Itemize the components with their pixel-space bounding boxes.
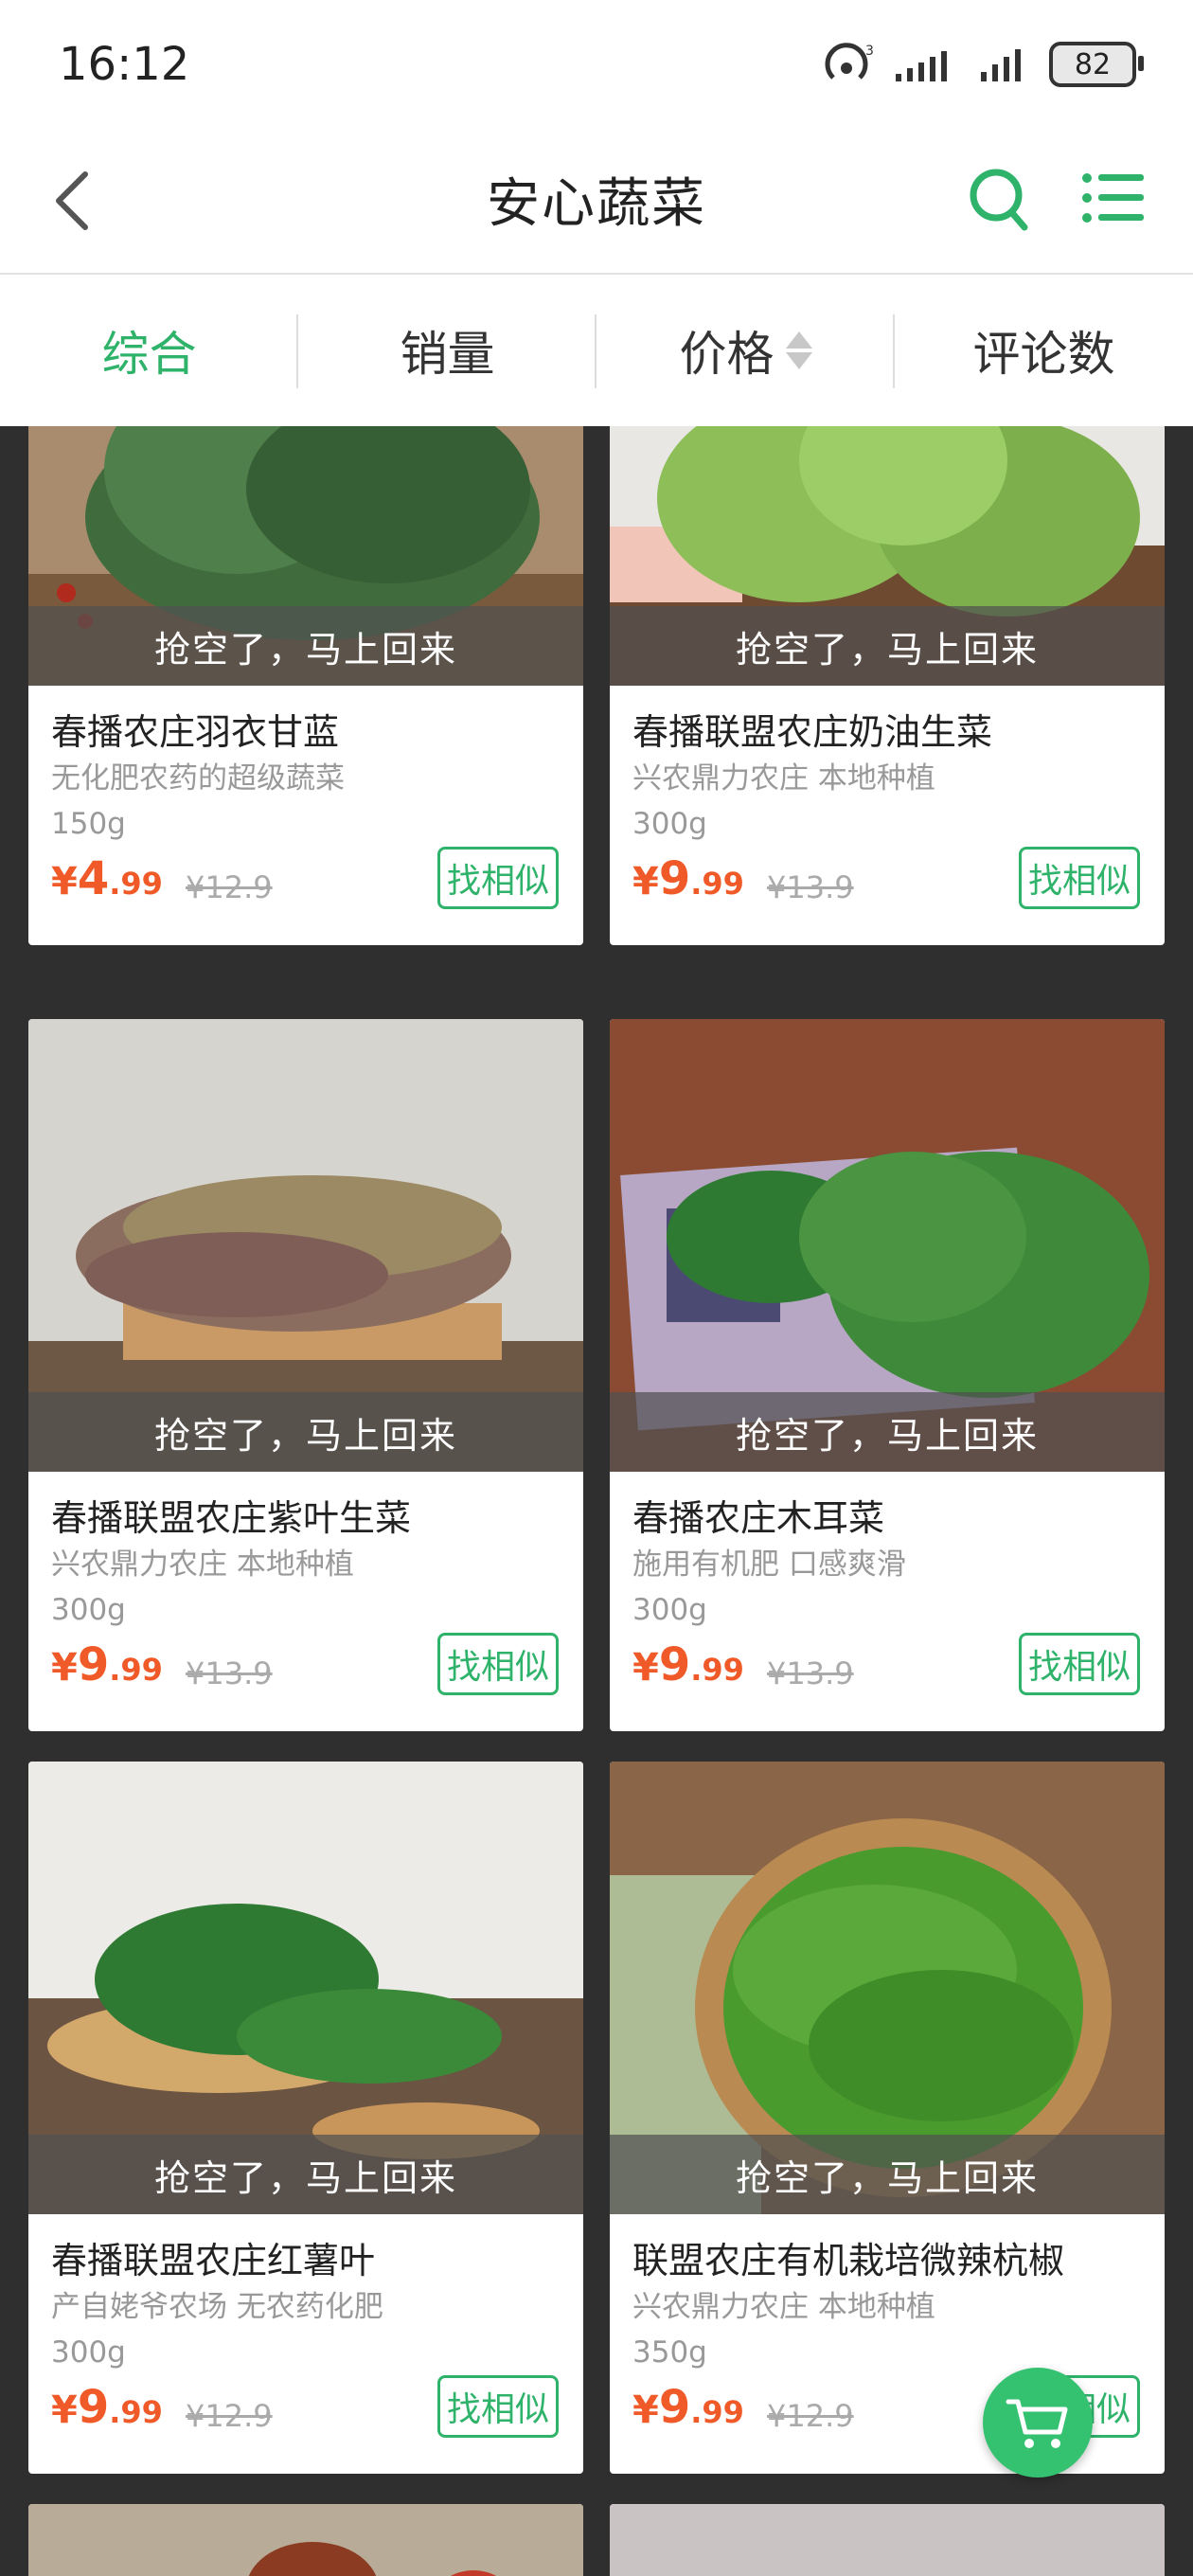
- product-card[interactable]: [610, 2504, 1165, 2576]
- product-card[interactable]: 抢空了，马上回来 春播农庄羽衣甘蓝 无化肥农药的超级蔬菜 150g ¥4.99 …: [28, 426, 583, 945]
- product-image: 抢空了，马上回来: [28, 1019, 583, 1472]
- product-desc: 无化肥农药的超级蔬菜: [51, 761, 345, 796]
- product-image: [610, 2504, 1165, 2576]
- svg-text:3: 3: [865, 44, 874, 59]
- product-grid: 抢空了，马上回来 春播农庄羽衣甘蓝 无化肥农药的超级蔬菜 150g ¥4.99 …: [0, 426, 1193, 2576]
- product-name: 春播联盟农庄紫叶生菜: [51, 1497, 412, 1539]
- sort-tab-overall[interactable]: 综合: [0, 275, 298, 426]
- product-name: 联盟农庄有机栽培微辣杭椒: [632, 2240, 1065, 2281]
- product-card[interactable]: 抢空了，马上回来 春播农庄木耳菜 施用有机肥 口感爽滑 300g ¥9.99 ¥…: [610, 1019, 1165, 1731]
- product-weight: 300g: [632, 1593, 707, 1627]
- product-price: ¥9.99: [632, 2381, 744, 2434]
- product-info: 春播联盟农庄紫叶生菜 兴农鼎力农庄 本地种植 300g ¥9.99 ¥13.9 …: [28, 1472, 583, 1731]
- status-time: 16:12: [59, 38, 190, 91]
- sort-tab-label: 评论数: [972, 327, 1115, 382]
- original-price: ¥13.9: [767, 1655, 854, 1691]
- category-menu-button[interactable]: [1079, 165, 1148, 231]
- sort-tab-label: 价格: [679, 327, 775, 382]
- product-image: 抢空了，马上回来: [610, 426, 1165, 686]
- product-weight: 350g: [632, 2335, 707, 2370]
- product-desc: 产自姥爷农场 无农药化肥: [51, 2290, 383, 2324]
- original-price: ¥13.9: [186, 1655, 273, 1691]
- product-weight: 150g: [51, 807, 126, 841]
- find-similar-button[interactable]: 找相似: [1019, 1633, 1140, 1695]
- list-icon: [1082, 173, 1144, 223]
- product-card[interactable]: [28, 2504, 583, 2576]
- sort-arrows-icon: [785, 331, 812, 369]
- product-image: 抢空了，马上回来: [610, 1762, 1165, 2214]
- find-similar-button[interactable]: 找相似: [437, 1633, 559, 1695]
- find-similar-button[interactable]: 找相似: [1019, 847, 1140, 909]
- hotspot-icon: 3: [825, 43, 874, 80]
- status-icons: 3 82: [824, 42, 1144, 87]
- sort-tab-label: 销量: [400, 327, 495, 382]
- original-price: ¥13.9: [767, 869, 854, 905]
- soldout-banner: 抢空了，马上回来: [28, 1392, 583, 1472]
- status-bar: 16:12 3 82: [0, 0, 1193, 133]
- original-price: ¥12.9: [767, 2398, 854, 2434]
- product-desc: 施用有机肥 口感爽滑: [632, 1547, 906, 1582]
- cart-button[interactable]: [983, 2368, 1093, 2478]
- search-button[interactable]: [966, 161, 1032, 237]
- soldout-banner: 抢空了，马上回来: [610, 606, 1165, 686]
- soldout-banner: 抢空了，马上回来: [28, 2135, 583, 2214]
- product-weight: 300g: [51, 1593, 126, 1627]
- sort-bar: 综合 销量 价格 评论数: [0, 275, 1193, 426]
- find-similar-button[interactable]: 找相似: [437, 2375, 559, 2438]
- soldout-banner: 抢空了，马上回来: [610, 1392, 1165, 1472]
- product-weight: 300g: [632, 807, 707, 841]
- product-image: [28, 2504, 583, 2576]
- sort-tab-price[interactable]: 价格: [596, 275, 895, 426]
- product-price: ¥9.99: [51, 2381, 163, 2434]
- product-card[interactable]: 抢空了，马上回来 春播联盟农庄紫叶生菜 兴农鼎力农庄 本地种植 300g ¥9.…: [28, 1019, 583, 1731]
- product-price: ¥9.99: [632, 852, 744, 905]
- signal-icon: [896, 51, 947, 81]
- product-name: 春播联盟农庄红薯叶: [51, 2240, 376, 2281]
- battery-indicator: 82: [1049, 42, 1144, 87]
- product-weight: 300g: [51, 2335, 126, 2370]
- product-desc: 兴农鼎力农庄 本地种植: [51, 1547, 354, 1582]
- original-price: ¥12.9: [186, 2398, 273, 2434]
- sort-tab-label: 综合: [101, 327, 197, 382]
- original-price: ¥12.9: [186, 869, 273, 905]
- product-card[interactable]: 抢空了，马上回来 春播联盟农庄红薯叶 产自姥爷农场 无农药化肥 300g ¥9.…: [28, 1762, 583, 2474]
- product-price: ¥9.99: [51, 1638, 163, 1691]
- sort-tab-reviews[interactable]: 评论数: [895, 275, 1193, 426]
- product-image: 抢空了，马上回来: [28, 1762, 583, 2214]
- product-name: 春播农庄木耳菜: [632, 1497, 885, 1539]
- product-image: 抢空了，马上回来: [28, 426, 583, 686]
- cart-icon: [1006, 2399, 1068, 2448]
- nav-bar: 安心蔬菜: [0, 133, 1193, 275]
- product-image: 抢空了，马上回来: [610, 1019, 1165, 1472]
- product-price: ¥9.99: [632, 1638, 744, 1691]
- soldout-banner: 抢空了，马上回来: [610, 2135, 1165, 2214]
- product-info: 春播联盟农庄奶油生菜 兴农鼎力农庄 本地种植 300g ¥9.99 ¥13.9 …: [610, 686, 1165, 945]
- find-similar-button[interactable]: 找相似: [437, 847, 559, 909]
- soldout-banner: 抢空了，马上回来: [28, 606, 583, 686]
- sort-tab-sales[interactable]: 销量: [298, 275, 596, 426]
- product-desc: 兴农鼎力农庄 本地种植: [632, 2290, 935, 2324]
- product-card[interactable]: 抢空了，马上回来 春播联盟农庄奶油生菜 兴农鼎力农庄 本地种植 300g ¥9.…: [610, 426, 1165, 945]
- search-icon: [970, 169, 1028, 231]
- product-name: 春播联盟农庄奶油生菜: [632, 711, 993, 753]
- product-desc: 兴农鼎力农庄 本地种植: [632, 761, 935, 796]
- product-info: 春播联盟农庄红薯叶 产自姥爷农场 无农药化肥 300g ¥9.99 ¥12.9 …: [28, 2214, 583, 2474]
- signal-icon-2: [981, 49, 1021, 81]
- product-price: ¥4.99: [51, 852, 163, 905]
- product-name: 春播农庄羽衣甘蓝: [51, 711, 340, 753]
- product-card[interactable]: 抢空了，马上回来 联盟农庄有机栽培微辣杭椒 兴农鼎力农庄 本地种植 350g ¥…: [610, 1762, 1165, 2474]
- product-info: 春播农庄羽衣甘蓝 无化肥农药的超级蔬菜 150g ¥4.99 ¥12.9 找相似: [28, 686, 583, 945]
- product-info: 春播农庄木耳菜 施用有机肥 口感爽滑 300g ¥9.99 ¥13.9 找相似: [610, 1472, 1165, 1731]
